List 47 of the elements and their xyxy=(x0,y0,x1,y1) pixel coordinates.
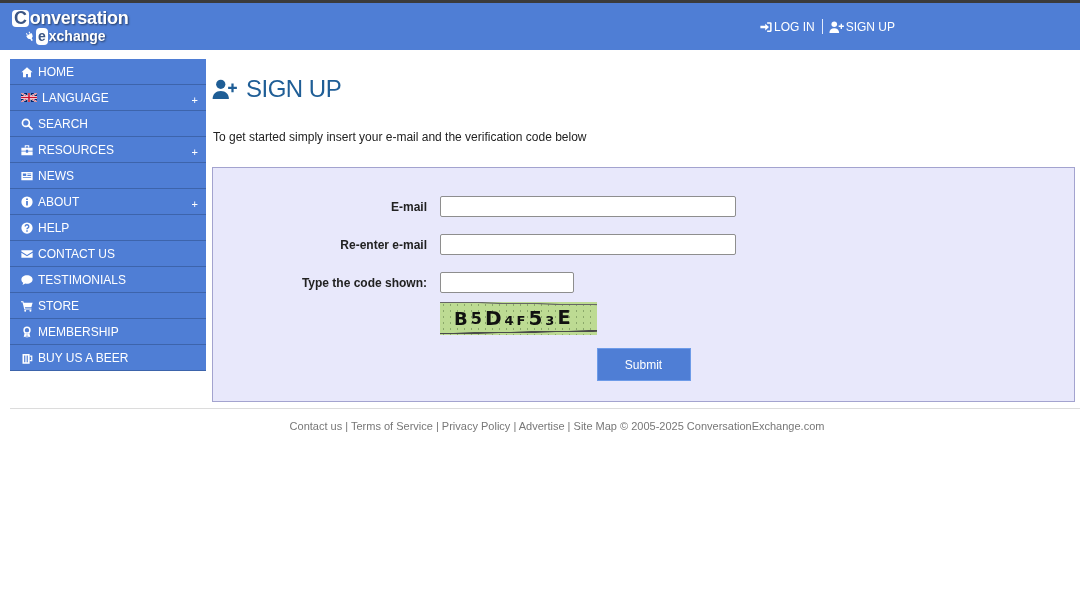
search-icon xyxy=(21,117,33,130)
email-field[interactable] xyxy=(440,234,736,255)
sidebar-item[interactable]: ABOUT + xyxy=(10,189,206,215)
award-icon xyxy=(21,325,33,338)
flag-icon xyxy=(21,93,37,102)
sidebar-item[interactable]: BUY US A BEER xyxy=(10,345,206,371)
code-field[interactable] xyxy=(440,272,574,293)
footer-link[interactable]: Site Map xyxy=(573,420,617,432)
expand-toggle[interactable]: + xyxy=(191,89,198,106)
envelope-icon xyxy=(21,247,33,260)
submit-button[interactable]: Submit xyxy=(596,348,691,381)
footer-link[interactable]: Terms of Service xyxy=(350,420,433,432)
home-icon xyxy=(21,65,33,78)
cart-icon xyxy=(21,299,33,312)
field-label: Type the code shown: xyxy=(300,275,427,290)
sidebar-item[interactable]: TESTIMONIALS xyxy=(10,267,206,293)
user-plus-icon xyxy=(828,20,844,33)
intro-text: To get started simply insert your e-mail and the verification code below xyxy=(213,130,588,144)
field-label: Re-enter e-mail xyxy=(339,237,427,252)
question-icon xyxy=(21,221,33,234)
footer-link[interactable]: Privacy Policy xyxy=(441,420,511,432)
footer-text: Contact us | Terms of Service | Privacy Policy | Advertise | Site Map © 2005-2025 ConversationExchange.com xyxy=(288,419,826,433)
nav-link[interactable]: LOG IN xyxy=(759,19,815,34)
sidebar-item[interactable]: LANGUAGE + xyxy=(10,85,206,111)
newspaper-icon xyxy=(21,169,33,182)
sidebar-item[interactable]: RESOURCES + xyxy=(10,137,206,163)
speech-bubble-icon xyxy=(21,273,33,286)
sidebar-item[interactable]: MEMBERSHIP xyxy=(10,319,206,345)
info-icon xyxy=(21,195,33,208)
expand-toggle[interactable]: + xyxy=(191,141,198,158)
nav-link[interactable]: SIGN UP xyxy=(828,19,895,34)
sidebar-item[interactable]: HOME xyxy=(10,59,206,85)
beer-mug-icon xyxy=(21,351,33,364)
expand-toggle[interactable]: + xyxy=(191,193,198,210)
sidebar-item[interactable]: HELP xyxy=(10,215,206,241)
sidebar-item[interactable]: STORE xyxy=(10,293,206,319)
field-label: E-mail xyxy=(390,199,427,214)
toolbox-icon xyxy=(21,143,33,156)
page-title: SIGN UP xyxy=(246,74,342,103)
footer-link[interactable]: Advertise xyxy=(518,420,565,432)
site-logo[interactable]: Conversation exchange xyxy=(12,8,129,45)
sidebar-item[interactable]: NEWS xyxy=(10,163,206,189)
sign-in-icon xyxy=(759,20,772,33)
footer-link[interactable]: Contact us xyxy=(289,420,343,432)
sidebar-item[interactable]: CONTACT US xyxy=(10,241,206,267)
email-field[interactable] xyxy=(440,196,736,217)
sidebar-item[interactable]: SEARCH xyxy=(10,111,206,137)
